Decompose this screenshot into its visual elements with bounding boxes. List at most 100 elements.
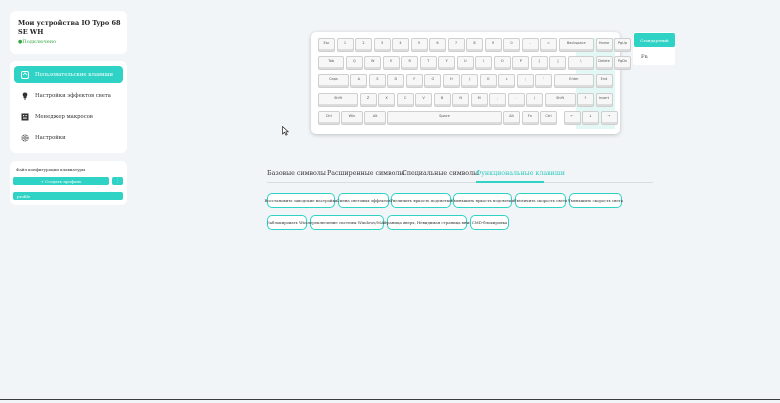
keyboard-key[interactable]: Shift: [544, 92, 576, 107]
function-key-button[interactable]: Заблокировать Win: [267, 215, 307, 230]
function-key-button[interactable]: Уменьшить скорость света: [568, 193, 623, 208]
keyboard-key[interactable]: Win: [341, 110, 363, 125]
keyboard-key[interactable]: R: [401, 56, 419, 71]
keyboard-key[interactable]: L: [498, 74, 516, 89]
keyboard-key[interactable]: A: [350, 74, 368, 89]
keyboard-key[interactable]: PgUp: [614, 38, 631, 52]
keyboard-key[interactable]: T: [419, 56, 437, 71]
keyboard-key[interactable]: Y: [438, 56, 456, 71]
nav-item-label: Настройки: [35, 134, 66, 141]
tab-extended-symbols[interactable]: Расширенные символы: [327, 170, 404, 177]
keyboard-key[interactable]: Z: [359, 92, 377, 107]
nav-item-settings[interactable]: Настройки: [14, 129, 123, 146]
keyboard-key[interactable]: 3: [373, 38, 391, 52]
keyboard-key[interactable]: 0: [503, 38, 520, 52]
keyboard-key[interactable]: Shift: [318, 92, 359, 107]
function-key-button[interactable]: страница вверх, Невидимая страница вниз: [383, 215, 471, 230]
keyboard-key[interactable]: I: [475, 56, 493, 71]
nav-item-label: Пользовательские клавиши: [35, 71, 114, 78]
profile-menu-button[interactable]: ⋮: [112, 177, 123, 185]
keyboard-key[interactable]: [: [530, 56, 548, 71]
keyboard-key[interactable]: .: [507, 92, 525, 107]
keyboard-key[interactable]: 7: [447, 38, 465, 52]
keyboard-key[interactable]: Ctrl: [318, 110, 340, 125]
profile-item[interactable]: profile: [13, 192, 123, 200]
keyboard-key[interactable]: 5: [410, 38, 428, 52]
keyboard-key[interactable]: N: [452, 92, 470, 107]
keyboard-key[interactable]: Fn: [521, 110, 539, 125]
sidebar-nav: Пользовательские клавиши Настройки эффек…: [10, 61, 127, 153]
keyboard-key[interactable]: O: [493, 56, 511, 71]
keyboard-key[interactable]: Tab: [318, 56, 345, 71]
keyboard-key[interactable]: Backspace: [558, 38, 594, 52]
function-key-button[interactable]: Увеличить скорость света: [514, 193, 567, 208]
config-header: Файл конфигурации клавиатуры: [16, 167, 86, 172]
nav-item-light-effects[interactable]: Настройки эффектов света: [14, 87, 123, 104]
keyboard-key[interactable]: 4: [392, 38, 409, 52]
keyboard-key[interactable]: W: [364, 56, 382, 71]
keyboard-key[interactable]: ←: [563, 110, 581, 125]
tab-basic-symbols[interactable]: Базовые символы: [267, 170, 326, 177]
keyboard-key[interactable]: ]: [549, 56, 567, 71]
function-key-button[interactable]: переключение системы Windows/MAC: [307, 215, 387, 230]
nav-item-custom-keys[interactable]: Пользовательские клавиши: [14, 66, 123, 83]
function-key-button[interactable]: Уменьшить яркость подсветки: [451, 193, 514, 208]
layer-fn-button[interactable]: Fn: [641, 54, 648, 60]
keyboard-key[interactable]: Alt: [503, 110, 520, 125]
keyboard-key[interactable]: 9: [484, 38, 502, 52]
keyboard-key[interactable]: Space: [387, 110, 502, 125]
keyboard-key[interactable]: Enter: [553, 74, 594, 89]
keyboard-key[interactable]: U: [456, 56, 474, 71]
function-key-button[interactable]: Смена световых эффектов: [336, 193, 391, 208]
keyboard-key[interactable]: →: [600, 110, 618, 125]
keyboard-key[interactable]: X: [378, 92, 396, 107]
keyboard-key[interactable]: P: [512, 56, 530, 71]
function-key-button[interactable]: CMD-блокировка: [470, 215, 509, 230]
layer-standard-button[interactable]: Стандартный: [634, 33, 675, 47]
mouse-cursor-icon: [282, 121, 290, 140]
keyboard-key[interactable]: 1: [336, 38, 354, 52]
keyboard-key[interactable]: Delete: [595, 56, 613, 71]
keyboard-key[interactable]: PgDn: [614, 56, 631, 71]
keyboard-key[interactable]: ↑: [577, 92, 594, 107]
keyboard-key[interactable]: Ctrl: [540, 110, 557, 125]
keyboard-key[interactable]: V: [415, 92, 433, 107]
keyboard-key[interactable]: K: [479, 74, 497, 89]
keyboard-key[interactable]: ;: [516, 74, 534, 89]
tab-function-keys[interactable]: Функциональные клавиши: [476, 170, 565, 177]
keyboard-key[interactable]: E: [382, 56, 400, 71]
tab-special-symbols[interactable]: Специальные символы: [402, 170, 478, 177]
nav-item-macro-manager[interactable]: Менеджер макросов: [14, 108, 123, 125]
keyboard-key[interactable]: D: [387, 74, 405, 89]
keyboard-key[interactable]: \: [567, 56, 594, 71]
keyboard-key[interactable]: Esc: [318, 38, 335, 52]
keyboard-key[interactable]: H: [442, 74, 460, 89]
keyboard-key[interactable]: 2: [355, 38, 372, 52]
keyboard-key[interactable]: B: [433, 92, 451, 107]
keyboard-key[interactable]: ↓: [582, 110, 599, 125]
keyboard-key[interactable]: ': [535, 74, 553, 89]
function-key-button[interactable]: Увеличить яркость подсветки: [390, 193, 452, 208]
keyboard-key[interactable]: /: [526, 92, 544, 107]
keyboard-key[interactable]: Home: [595, 38, 613, 52]
keyboard-key[interactable]: C: [396, 92, 414, 107]
function-key-button[interactable]: Восстановить заводские настройки: [264, 193, 338, 208]
keyboard-key[interactable]: M: [470, 92, 488, 107]
keyboard-key[interactable]: 8: [466, 38, 483, 52]
keyboard-key[interactable]: Insert: [595, 92, 613, 107]
keyboard-key[interactable]: -: [521, 38, 539, 52]
keyboard-key[interactable]: 6: [429, 38, 446, 52]
keyboard-key[interactable]: Caps: [318, 74, 349, 89]
keyboard-key[interactable]: F: [405, 74, 423, 89]
keyboard-key[interactable]: J: [461, 74, 479, 89]
keyboard-key[interactable]: =: [540, 38, 557, 52]
create-profile-button[interactable]: + Создать профиль: [13, 177, 109, 185]
keyboard-key[interactable]: S: [368, 74, 386, 89]
bulb-icon: [20, 91, 30, 101]
keyboard-key[interactable]: End: [595, 74, 613, 89]
active-tab-underline: [476, 181, 544, 183]
keyboard-key[interactable]: G: [424, 74, 442, 89]
keyboard-key[interactable]: Alt: [364, 110, 386, 125]
keyboard-key[interactable]: Q: [345, 56, 363, 71]
keyboard-key[interactable]: ,: [489, 92, 507, 107]
